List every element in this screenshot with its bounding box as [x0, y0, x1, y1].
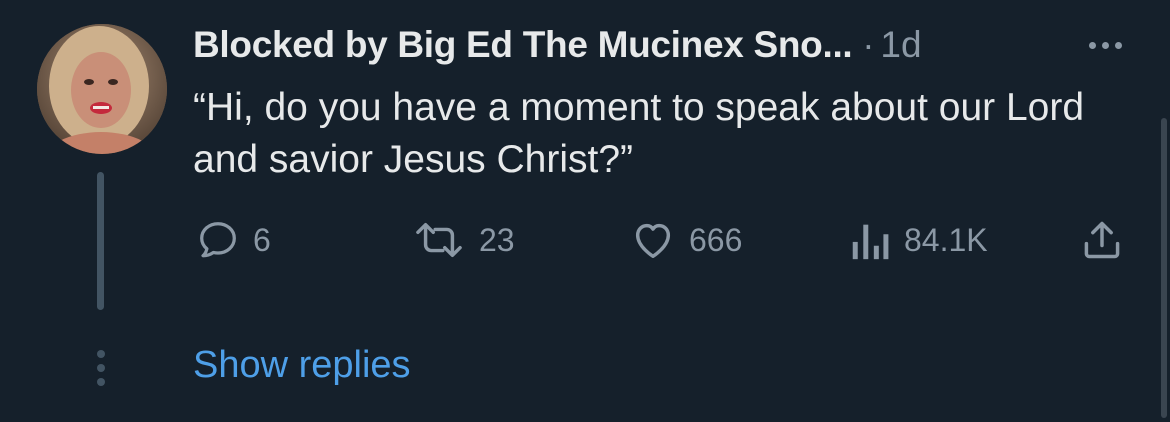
views-chart-icon — [852, 224, 889, 260]
share-button[interactable] — [1080, 215, 1124, 265]
author-name[interactable]: Blocked by Big Ed The Mucinex Sno... — [193, 24, 853, 66]
tweet-timestamp[interactable]: 1d — [880, 24, 921, 66]
repost-count: 23 — [479, 221, 515, 258]
scrollbar[interactable] — [1161, 118, 1167, 418]
collapsed-thread-dots-icon — [94, 350, 108, 390]
like-count: 666 — [689, 221, 743, 258]
avatar-image — [37, 24, 167, 154]
tweet-actions-bar: 6 23 666 84.1K — [0, 215, 1170, 265]
views-button[interactable]: 84.1K — [848, 215, 988, 265]
views-count: 84.1K — [904, 221, 988, 258]
tweet-text: “Hi, do you have a moment to speak about… — [193, 86, 1085, 181]
header-separator: · — [862, 24, 875, 65]
heart-icon — [635, 223, 671, 259]
reply-icon — [200, 222, 236, 258]
like-button[interactable]: 666 — [629, 215, 742, 265]
author-avatar[interactable] — [37, 24, 167, 154]
reply-button[interactable]: 6 — [195, 215, 271, 265]
show-replies-link[interactable]: Show replies — [193, 344, 411, 387]
more-dots-icon[interactable] — [1078, 27, 1132, 63]
reply-count: 6 — [253, 221, 271, 258]
tweet-header: Blocked by Big Ed The Mucinex Sno... · 1… — [193, 22, 922, 68]
share-icon — [1084, 221, 1120, 259]
repost-icon — [416, 222, 462, 258]
repost-button[interactable]: 23 — [411, 215, 515, 265]
